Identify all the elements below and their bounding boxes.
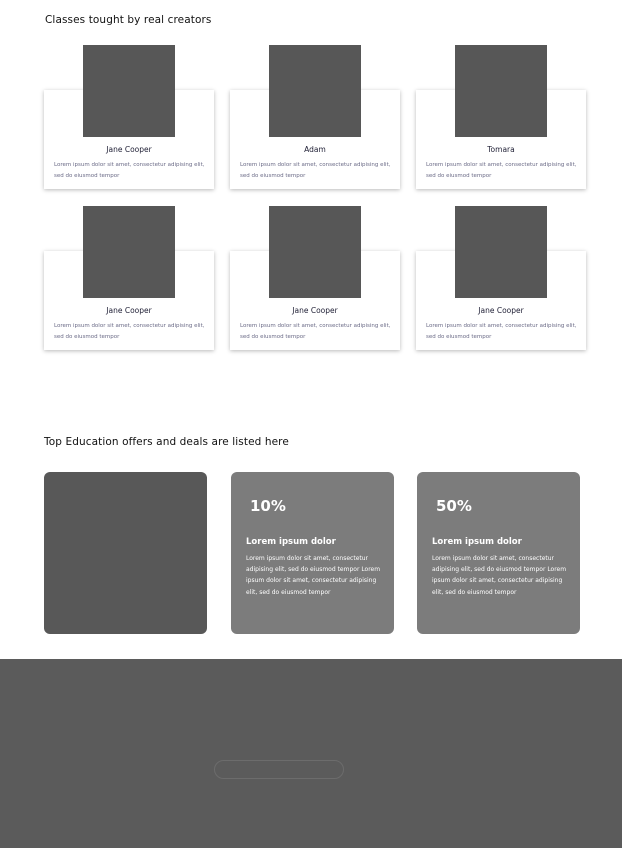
creator-description: Lorem ipsum dolor sit amet, consectetur … xyxy=(240,323,391,340)
deal-card[interactable]: 50% Lorem ipsum dolor Lorem ipsum dolor … xyxy=(417,472,580,634)
creator-description: Lorem ipsum dolor sit amet, consectetur … xyxy=(54,323,205,340)
creator-name: Adam xyxy=(304,145,326,154)
creator-description: Lorem ipsum dolor sit amet, consectetur … xyxy=(54,162,205,179)
creator-photo xyxy=(269,45,361,137)
creator-name: Jane Cooper xyxy=(106,306,152,315)
creator-name: Jane Cooper xyxy=(106,145,152,154)
deal-text: Lorem ipsum dolor sit amet, consectetur … xyxy=(246,555,381,596)
creator-photo xyxy=(83,206,175,298)
deal-heading: Lorem ipsum dolor xyxy=(432,537,522,547)
offer-image xyxy=(44,472,207,634)
deal-percent: 10% xyxy=(250,497,286,515)
deal-percent: 50% xyxy=(436,497,472,515)
creator-description: Lorem ipsum dolor sit amet, consectetur … xyxy=(426,323,577,340)
deal-heading: Lorem ipsum dolor xyxy=(246,537,336,547)
creator-description: Lorem ipsum dolor sit amet, consectetur … xyxy=(240,162,391,179)
creator-name: Jane Cooper xyxy=(292,306,338,315)
offers-section-title: Top Education offers and deals are liste… xyxy=(44,436,289,448)
creator-photo xyxy=(455,45,547,137)
creator-photo xyxy=(83,45,175,137)
creator-name: Tomara xyxy=(487,145,515,154)
footer-email-input[interactable] xyxy=(214,760,344,779)
creator-description: Lorem ipsum dolor sit amet, consectetur … xyxy=(426,162,577,179)
classes-section-title: Classes tought by real creators xyxy=(45,14,212,26)
footer xyxy=(0,659,622,848)
deal-text: Lorem ipsum dolor sit amet, consectetur … xyxy=(432,555,567,596)
deal-card[interactable]: 10% Lorem ipsum dolor Lorem ipsum dolor … xyxy=(231,472,394,634)
creator-photo xyxy=(269,206,361,298)
creator-name: Jane Cooper xyxy=(478,306,524,315)
creator-photo xyxy=(455,206,547,298)
